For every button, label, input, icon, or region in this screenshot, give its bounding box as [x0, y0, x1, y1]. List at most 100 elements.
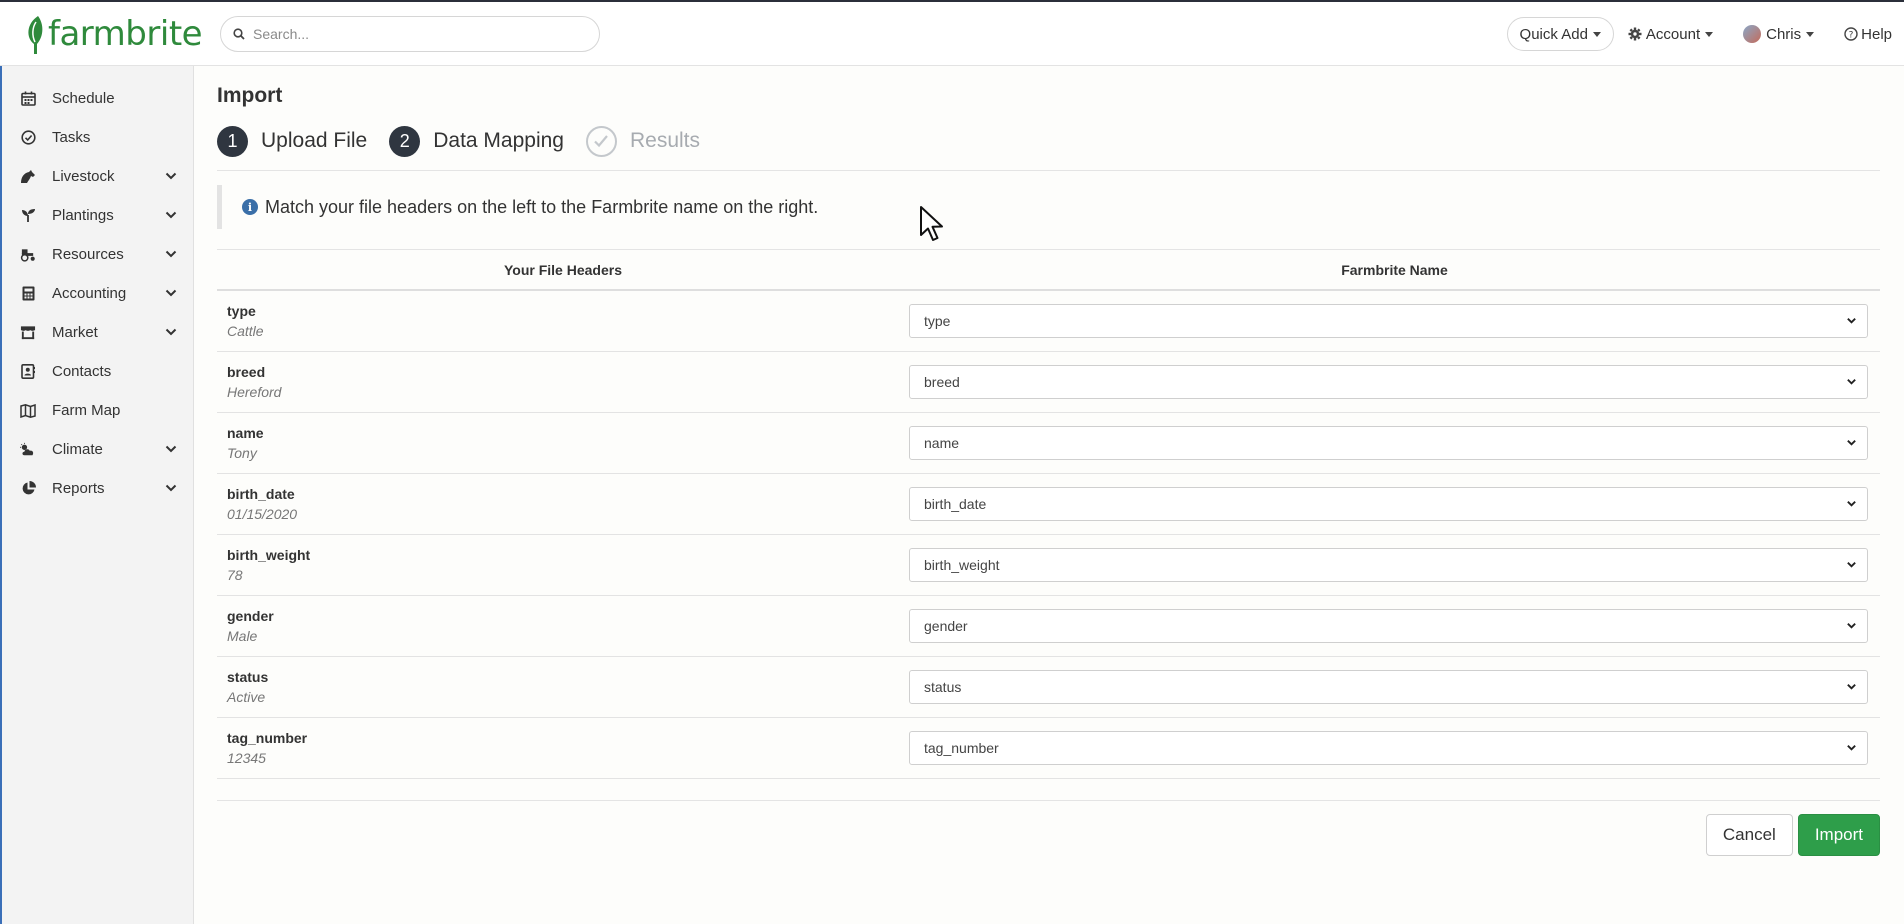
farmbrite-name-select[interactable]: tag_number [909, 730, 1868, 765]
sidebar-item-label: Plantings [52, 207, 114, 224]
chevron-down-icon[interactable] [165, 482, 177, 494]
chevron-down-icon[interactable] [165, 248, 177, 260]
step-number: 2 [389, 125, 421, 157]
sidebar-item-plantings[interactable]: Plantings [2, 196, 193, 235]
file-header-sample: Tony [227, 444, 257, 461]
farmbrite-name-select[interactable]: type [909, 303, 1868, 338]
file-header-cell: birth_weight 78 [217, 534, 909, 596]
sidebar-item-label: Resources [52, 246, 124, 263]
leaf-logo-icon [28, 16, 43, 54]
sidebar-item-livestock[interactable]: Livestock [2, 157, 193, 196]
tractor-icon [20, 247, 36, 263]
sidebar-item-resources[interactable]: Resources [2, 235, 193, 274]
page-title: Import [217, 84, 283, 107]
farmbrite-name-cell: birth_weight [909, 534, 1880, 596]
check-circle-icon [20, 130, 36, 146]
step-label: Results [629, 129, 701, 152]
sidebar-item-market[interactable]: Market [2, 313, 193, 352]
chevron-down-icon [1847, 684, 1856, 690]
file-header-sample: 01/15/2020 [227, 505, 298, 522]
farmbrite-name-select[interactable]: birth_weight [909, 547, 1868, 582]
file-header-cell: gender Male [217, 595, 909, 657]
import-button[interactable]: Import [1797, 813, 1880, 856]
step-number: 1 [217, 125, 248, 157]
caret-down-icon [1806, 31, 1815, 37]
step-label: Data Mapping [433, 129, 564, 152]
file-header-cell: breed Hereford [217, 351, 909, 413]
search-input[interactable] [253, 26, 573, 42]
farmbrite-logo[interactable]: farmbrite [24, 12, 203, 56]
sidebar-item-label: Livestock [52, 168, 115, 185]
file-header-cell: status Active [217, 656, 909, 718]
cloud-sun-icon [20, 442, 36, 458]
help-link[interactable]: ? Help [1844, 26, 1892, 43]
farmbrite-name-select[interactable]: breed [909, 364, 1868, 399]
file-header-sample: 12345 [227, 749, 266, 766]
farmbrite-name-cell: status [909, 656, 1880, 718]
sidebar-item-label: Farm Map [52, 402, 121, 419]
chevron-down-icon[interactable] [165, 209, 177, 221]
file-header-sample: Male [227, 627, 258, 644]
mouse-cursor-icon [920, 206, 943, 241]
user-menu[interactable]: Chris [1743, 25, 1815, 43]
chevron-down-icon[interactable] [165, 443, 177, 455]
sidebar-item-climate[interactable]: Climate [2, 430, 193, 469]
step-upload-file: 1 Upload File [217, 125, 367, 157]
chevron-down-icon [1847, 440, 1856, 446]
farmbrite-name-select[interactable]: gender [909, 608, 1868, 643]
chevron-down-icon [1847, 379, 1856, 385]
chevron-down-icon[interactable] [165, 287, 177, 299]
table-row: status Active status [217, 656, 1880, 718]
sidebar-item-tasks[interactable]: Tasks [2, 118, 193, 157]
sidebar-item-accounting[interactable]: Accounting [2, 274, 193, 313]
sidebar-item-schedule[interactable]: Schedule [2, 79, 193, 118]
select-value: type [924, 312, 951, 329]
search-box[interactable] [220, 16, 600, 52]
account-menu[interactable]: Account [1628, 26, 1714, 43]
svg-text:?: ? [1849, 31, 1854, 41]
chevron-down-icon[interactable] [165, 326, 177, 338]
cancel-button[interactable]: Cancel [1705, 813, 1793, 856]
help-label: Help [1861, 25, 1892, 43]
sidebar-item-farm-map[interactable]: Farm Map [2, 391, 193, 430]
check-icon [585, 125, 617, 157]
main-content: Import 1 Upload File 2 Data Mapping Resu… [217, 66, 1880, 856]
chevron-down-icon[interactable] [165, 170, 177, 182]
select-value: birth_date [924, 495, 987, 512]
search-icon [233, 28, 245, 40]
question-circle-icon: ? [1844, 27, 1858, 41]
step-data-mapping: 2 Data Mapping [389, 125, 564, 157]
sidebar-item-reports[interactable]: Reports [2, 469, 193, 508]
seedling-icon [20, 208, 36, 224]
file-header-cell: name Tony [217, 412, 909, 474]
file-header-name: birth_weight [227, 546, 311, 563]
info-icon: i [242, 199, 258, 215]
sidebar-item-contacts[interactable]: Contacts [2, 352, 193, 391]
caret-down-icon [1705, 31, 1714, 37]
horse-icon [20, 169, 36, 185]
map-icon [20, 403, 36, 419]
file-header-name: breed [227, 363, 266, 380]
column-header-farmbrite-name: Farmbrite Name [909, 250, 1880, 291]
file-header-sample: Active [227, 688, 266, 705]
calendar-icon [20, 91, 36, 107]
farmbrite-name-select[interactable]: birth_date [909, 486, 1868, 521]
form-actions: Cancel Import [217, 813, 1880, 856]
farmbrite-name-select[interactable]: status [909, 669, 1868, 704]
select-value: gender [924, 617, 968, 634]
select-value: name [924, 434, 960, 451]
farmbrite-name-cell: breed [909, 351, 1880, 413]
select-value: status [924, 678, 962, 695]
sidebar-item-label: Tasks [52, 129, 91, 146]
quick-add-button[interactable]: Quick Add [1506, 17, 1614, 51]
select-value: birth_weight [924, 556, 1000, 573]
file-header-name: name [227, 424, 264, 441]
sidebar-item-label: Climate [52, 441, 103, 458]
store-icon [20, 325, 36, 341]
farmbrite-name-select[interactable]: name [909, 425, 1868, 460]
quick-add-label: Quick Add [1519, 25, 1588, 43]
divider [217, 170, 1880, 171]
farmbrite-name-cell: gender [909, 595, 1880, 657]
address-book-icon [20, 364, 36, 380]
sidebar-item-label: Reports [52, 480, 105, 497]
